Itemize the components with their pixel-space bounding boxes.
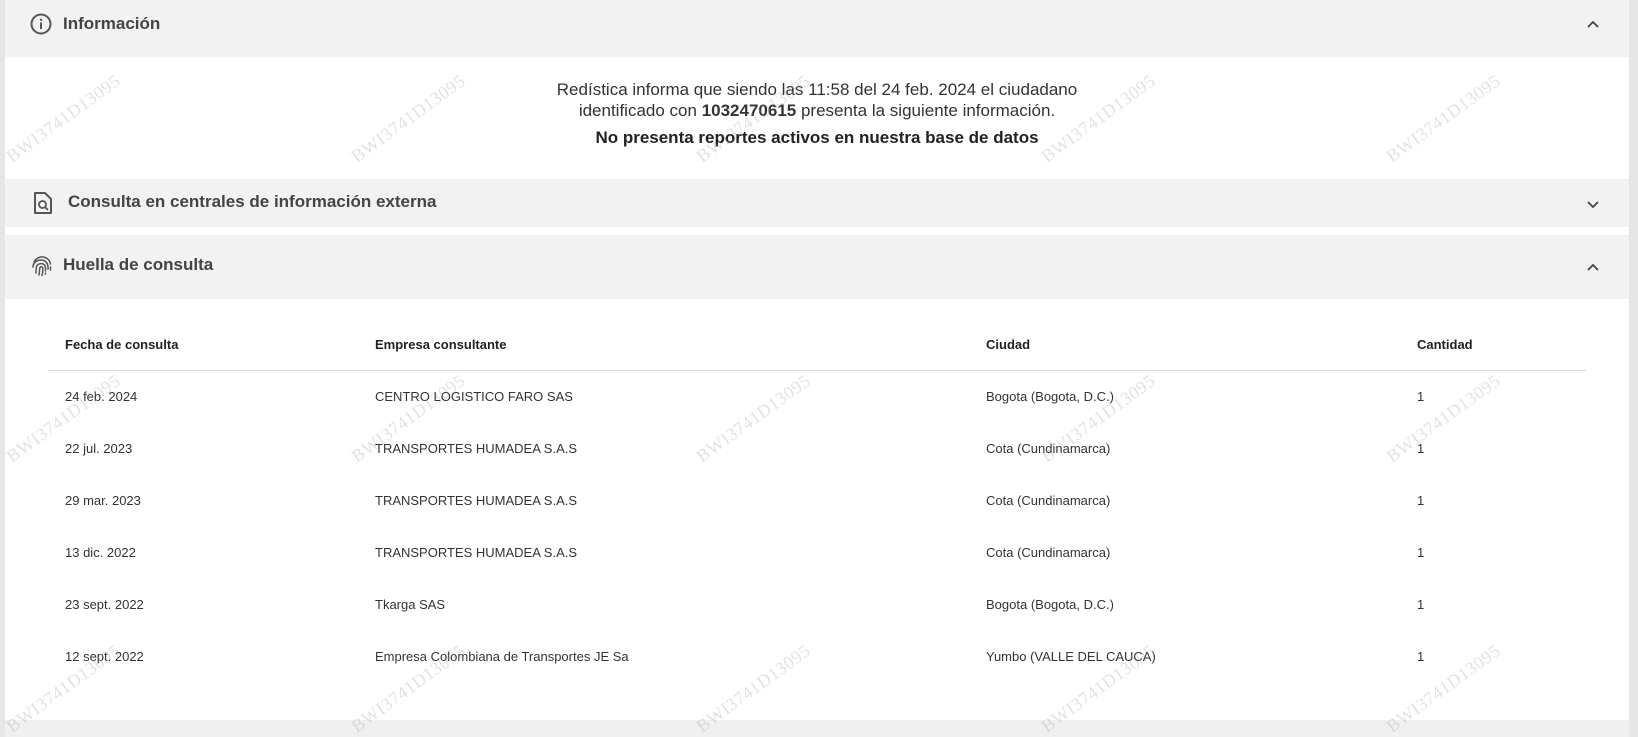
section-header-consulta-externa[interactable]: Consulta en centrales de información ext… (5, 179, 1629, 227)
cell-cantidad: 1 (1417, 597, 1425, 612)
column-header-empresa: Empresa consultante (375, 337, 507, 352)
column-header-ciudad: Ciudad (986, 337, 1031, 352)
info-statement-line2: identificado con 1032470615 presenta la … (5, 101, 1629, 121)
fingerprint-icon (29, 253, 55, 279)
table-row: 29 mar. 2023 TRANSPORTES HUMADEA S.A.S C… (48, 476, 1586, 528)
cell-fecha: 23 sept. 2022 (65, 597, 144, 612)
cell-fecha: 13 dic. 2022 (65, 545, 136, 560)
cell-fecha: 22 jul. 2023 (65, 441, 133, 456)
cell-cantidad: 1 (1417, 493, 1425, 508)
table-row: 22 jul. 2023 TRANSPORTES HUMADEA S.A.S C… (48, 424, 1586, 476)
report-status-message: No presenta reportes activos en nuestra … (595, 128, 1039, 147)
informacion-body: Redística informa que siendo las 11:58 d… (5, 57, 1629, 179)
cell-ciudad: Bogota (Bogota, D.C.) (986, 597, 1114, 612)
column-header-fecha: Fecha de consulta (65, 337, 179, 352)
column-header-cantidad: Cantidad (1417, 337, 1473, 352)
table-row: 12 sept. 2022 Empresa Colombiana de Tran… (48, 632, 1586, 684)
cell-ciudad: Cota (Cundinamarca) (986, 441, 1111, 456)
cell-fecha: 24 feb. 2024 (65, 389, 138, 404)
cell-empresa: TRANSPORTES HUMADEA S.A.S (375, 545, 578, 560)
info-circle-icon (29, 12, 53, 36)
cell-ciudad: Cota (Cundinamarca) (986, 493, 1111, 508)
table-row: 24 feb. 2024 CENTRO LOGISTICO FARO SAS B… (48, 372, 1586, 424)
table-row: 23 sept. 2022 Tkarga SAS Bogota (Bogota,… (48, 580, 1586, 632)
section-title-consulta-externa: Consulta en centrales de información ext… (68, 192, 437, 211)
cell-empresa: Empresa Colombiana de Transportes JE Sa (375, 649, 629, 664)
document-search-icon (31, 190, 55, 216)
cell-cantidad: 1 (1417, 649, 1425, 664)
cell-fecha: 12 sept. 2022 (65, 649, 144, 664)
cell-cantidad: 1 (1417, 441, 1425, 456)
cell-ciudad: Yumbo (VALLE DEL CAUCA) (986, 649, 1156, 664)
section-header-informacion[interactable]: Información (5, 0, 1629, 57)
cell-empresa: CENTRO LOGISTICO FARO SAS (375, 389, 573, 404)
section-header-huella[interactable]: Huella de consulta (5, 235, 1629, 299)
info-line2-suffix: presenta la siguiente información. (796, 101, 1056, 120)
section-title-huella: Huella de consulta (63, 255, 214, 274)
chevron-up-icon[interactable] (1585, 16, 1601, 32)
cell-empresa: TRANSPORTES HUMADEA S.A.S (375, 493, 578, 508)
cell-empresa: TRANSPORTES HUMADEA S.A.S (375, 441, 578, 456)
next-section-header-edge (5, 720, 1629, 737)
info-statement-line1: Redística informa que siendo las 11:58 d… (556, 80, 1078, 99)
chevron-down-icon[interactable] (1585, 196, 1601, 212)
cell-empresa: Tkarga SAS (375, 597, 446, 612)
cell-cantidad: 1 (1417, 545, 1425, 560)
cell-cantidad: 1 (1417, 389, 1425, 404)
cell-fecha: 29 mar. 2023 (65, 493, 141, 508)
section-title-informacion: Información (63, 14, 161, 33)
chevron-up-icon[interactable] (1585, 259, 1601, 275)
report-page: Información Redística informa que siendo… (5, 0, 1629, 737)
table-header-divider (48, 370, 1586, 371)
table-row: 13 dic. 2022 TRANSPORTES HUMADEA S.A.S C… (48, 528, 1586, 580)
info-line2-prefix: identificado con (578, 101, 702, 120)
citizen-id-number: 1032470615 (701, 101, 797, 120)
cell-ciudad: Bogota (Bogota, D.C.) (986, 389, 1114, 404)
cell-ciudad: Cota (Cundinamarca) (986, 545, 1111, 560)
